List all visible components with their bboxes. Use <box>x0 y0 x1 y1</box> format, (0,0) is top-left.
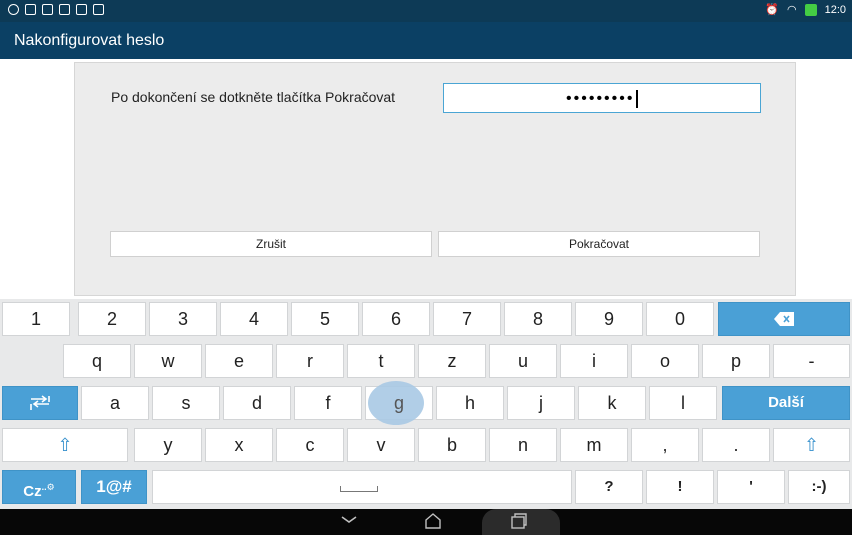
cancel-button[interactable]: Zrušit <box>110 231 432 257</box>
key-g-label: g <box>393 393 404 413</box>
password-dialog: Po dokončení se dotkněte tlačítka Pokrač… <box>74 62 796 296</box>
settings-gear-icon: ..⚙ <box>41 482 55 492</box>
key-l[interactable]: l <box>649 386 717 420</box>
key-apostrophe[interactable]: ' <box>717 470 785 504</box>
key-6[interactable]: 6 <box>362 302 430 336</box>
on-screen-keyboard: 1 2 3 4 5 6 7 8 9 0 q w e r t z u i o p … <box>0 299 852 509</box>
key-b[interactable]: b <box>418 428 486 462</box>
key-4[interactable]: 4 <box>220 302 288 336</box>
text-cursor <box>636 90 638 108</box>
key-8[interactable]: 8 <box>504 302 572 336</box>
key-period[interactable]: . <box>702 428 770 462</box>
next-key[interactable]: Další <box>722 386 850 420</box>
key-r[interactable]: r <box>276 344 344 378</box>
content-area: Po dokončení se dotkněte tlačítka Pokrač… <box>0 59 852 299</box>
key-v[interactable]: v <box>347 428 415 462</box>
key-j[interactable]: j <box>507 386 575 420</box>
key-h[interactable]: h <box>436 386 504 420</box>
navigation-bar <box>0 509 852 535</box>
shift-icon: ⇧ <box>803 435 820 455</box>
alarm-notification-icon <box>8 4 19 15</box>
shift-icon: ⇧ <box>57 435 73 455</box>
password-field[interactable]: ••••••••• <box>443 83 761 113</box>
language-label: Cz <box>23 483 42 500</box>
key-9[interactable]: 9 <box>575 302 643 336</box>
key-m[interactable]: m <box>560 428 628 462</box>
tab-key[interactable] <box>2 386 78 420</box>
key-c[interactable]: c <box>276 428 344 462</box>
space-icon <box>340 486 378 492</box>
file-notification-icon <box>59 4 70 15</box>
key-e[interactable]: e <box>205 344 273 378</box>
key-x[interactable]: x <box>205 428 273 462</box>
status-bar: ⏰ ◠ 12:0 <box>0 0 852 22</box>
key-f[interactable]: f <box>294 386 362 420</box>
key-smiley[interactable]: :-) <box>788 470 850 504</box>
key-y[interactable]: y <box>134 428 202 462</box>
key-t[interactable]: t <box>347 344 415 378</box>
recents-nav-icon[interactable] <box>510 512 528 535</box>
key-5[interactable]: 5 <box>291 302 359 336</box>
key-comma[interactable]: , <box>631 428 699 462</box>
clock-time: 12:0 <box>824 3 846 16</box>
shift-left-key[interactable]: ⇧ <box>2 428 128 462</box>
tab-icon <box>30 395 50 410</box>
warning-notification-icon <box>93 4 104 15</box>
battery-icon <box>804 3 817 16</box>
image-notification-icon <box>42 4 53 15</box>
system-icons: ⏰ ◠ 12:0 <box>765 3 846 16</box>
password-value: ••••••••• <box>566 90 635 108</box>
home-nav-icon[interactable] <box>424 512 442 535</box>
key-p[interactable]: p <box>702 344 770 378</box>
shift-right-key[interactable]: ⇧ <box>773 428 850 462</box>
keyboard-notification-icon <box>76 4 87 15</box>
usb-notification-icon <box>25 4 36 15</box>
key-exclamation[interactable]: ! <box>646 470 714 504</box>
backspace-icon <box>774 312 794 326</box>
key-n[interactable]: n <box>489 428 557 462</box>
symbols-key[interactable]: 1@# <box>81 470 147 504</box>
page-title: Nakonfigurovat heslo <box>14 32 165 49</box>
key-hyphen[interactable]: - <box>773 344 850 378</box>
key-w[interactable]: w <box>134 344 202 378</box>
backspace-key[interactable] <box>718 302 850 336</box>
notification-icons <box>8 4 104 15</box>
key-k[interactable]: k <box>578 386 646 420</box>
instruction-text: Po dokončení se dotkněte tlačítka Pokrač… <box>111 89 396 105</box>
key-3[interactable]: 3 <box>149 302 217 336</box>
key-z[interactable]: z <box>418 344 486 378</box>
language-key[interactable]: Cz..⚙ <box>2 470 76 504</box>
key-1[interactable]: 1 <box>2 302 70 336</box>
key-o[interactable]: o <box>631 344 699 378</box>
key-0[interactable]: 0 <box>646 302 714 336</box>
key-question[interactable]: ? <box>575 470 643 504</box>
key-i[interactable]: i <box>560 344 628 378</box>
key-q[interactable]: q <box>63 344 131 378</box>
key-2[interactable]: 2 <box>78 302 146 336</box>
key-a[interactable]: a <box>81 386 149 420</box>
continue-button[interactable]: Pokračovat <box>438 231 760 257</box>
wifi-icon: ◠ <box>786 4 797 16</box>
alarm-clock-icon: ⏰ <box>765 4 779 16</box>
key-d[interactable]: d <box>223 386 291 420</box>
key-7[interactable]: 7 <box>433 302 501 336</box>
key-u[interactable]: u <box>489 344 557 378</box>
key-s[interactable]: s <box>152 386 220 420</box>
title-bar: Nakonfigurovat heslo <box>0 22 852 59</box>
back-nav-icon[interactable] <box>340 509 358 532</box>
